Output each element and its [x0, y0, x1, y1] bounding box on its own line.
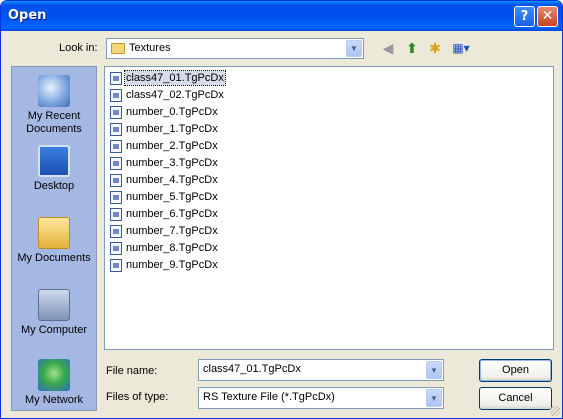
up-folder-icon[interactable]: ⬆ — [402, 39, 422, 57]
place-label: My Network — [24, 394, 84, 406]
chevron-down-icon[interactable]: ▼ — [346, 40, 362, 57]
files-of-type-value: RS Texture File (*.TgPcDx) — [203, 391, 335, 403]
file-name: number_3.TgPcDx — [126, 157, 218, 169]
desktop-icon — [38, 145, 70, 177]
close-button[interactable]: ✕ — [537, 6, 558, 27]
texture-file-icon — [110, 157, 122, 170]
file-name: class47_01.TgPcDx — [124, 70, 226, 86]
file-name: number_4.TgPcDx — [126, 174, 218, 186]
file-name: number_9.TgPcDx — [126, 259, 218, 271]
new-folder-icon[interactable]: ✱ — [425, 39, 445, 57]
place-label: My Recent Documents — [26, 110, 82, 135]
texture-file-icon — [110, 106, 122, 119]
texture-file-icon — [110, 174, 122, 187]
folder-icon — [111, 43, 125, 54]
place-my-documents[interactable]: My Documents — [12, 217, 96, 265]
file-name: number_5.TgPcDx — [126, 191, 218, 203]
file-name: number_7.TgPcDx — [126, 225, 218, 237]
file-name: number_6.TgPcDx — [126, 208, 218, 220]
place-my-computer[interactable]: My Computer — [12, 289, 96, 337]
texture-file-icon — [110, 242, 122, 255]
place-my-recent-documents[interactable]: My Recent Documents — [12, 75, 96, 136]
file-name-field[interactable]: class47_01.TgPcDx ▼ — [198, 359, 444, 381]
files-of-type-label: Files of type: — [106, 391, 169, 403]
file-name: number_0.TgPcDx — [126, 106, 218, 118]
file-name: class47_02.TgPcDx — [126, 89, 224, 101]
texture-file-icon — [110, 225, 122, 238]
place-label: Desktop — [33, 180, 75, 192]
place-desktop[interactable]: Desktop — [12, 145, 96, 193]
file-name: number_8.TgPcDx — [126, 242, 218, 254]
chevron-down-icon[interactable]: ▼ — [426, 361, 442, 379]
file-name: number_2.TgPcDx — [126, 140, 218, 152]
texture-file-icon — [110, 89, 122, 102]
recent-documents-icon — [38, 75, 70, 107]
help-button[interactable]: ? — [514, 6, 535, 27]
file-name-label: File name: — [106, 365, 158, 377]
texture-file-icon — [110, 72, 122, 85]
open-button[interactable]: Open — [479, 359, 552, 382]
file-name-value[interactable]: class47_01.TgPcDx — [203, 363, 301, 375]
look-in-dropdown[interactable]: Textures ▼ — [106, 38, 364, 59]
my-network-icon — [38, 359, 70, 391]
look-in-label: Look in: — [59, 42, 98, 54]
look-in-value: Textures — [129, 42, 171, 54]
title-bar[interactable]: Open ? ✕ — [1, 1, 562, 31]
file-name: number_1.TgPcDx — [126, 123, 218, 135]
files-of-type-dropdown[interactable]: RS Texture File (*.TgPcDx) ▼ — [198, 387, 444, 409]
views-menu-icon[interactable]: ▦▾ — [449, 39, 473, 57]
file-list[interactable]: class47_01.TgPcDx class47_02.TgPcDxnumber… — [104, 66, 554, 350]
my-computer-icon — [38, 289, 70, 321]
dialog-title: Open — [8, 8, 47, 23]
texture-file-icon — [110, 208, 122, 221]
texture-file-icon — [110, 140, 122, 153]
texture-file-icon — [110, 259, 122, 272]
places-bar: My Recent Documents Desktop My Documents… — [11, 66, 97, 411]
place-label: My Documents — [17, 252, 91, 264]
back-arrow-icon[interactable]: ◀ — [378, 39, 398, 57]
place-my-network[interactable]: My Network — [12, 359, 96, 407]
cancel-button[interactable]: Cancel — [479, 387, 552, 410]
texture-file-icon — [110, 123, 122, 136]
texture-file-icon — [110, 191, 122, 204]
chevron-down-icon[interactable]: ▼ — [426, 389, 442, 407]
place-label: My Computer — [20, 324, 88, 336]
my-documents-icon — [38, 217, 70, 249]
resize-grip[interactable] — [550, 406, 560, 416]
open-dialog: Open ? ✕ Look in: Textures ▼ ◀ ⬆ ✱ ▦▾ My… — [0, 0, 563, 419]
